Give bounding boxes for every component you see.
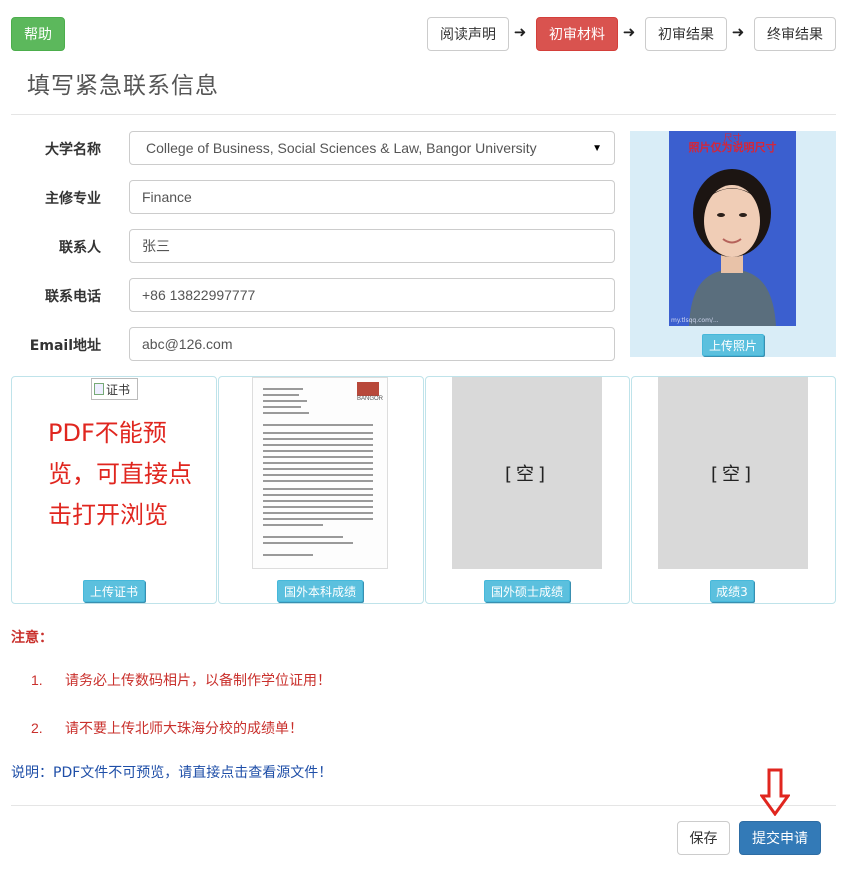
university-select[interactable]: College of Business, Social Sciences & L… [129,131,615,165]
step-read-statement[interactable]: 阅读声明 [427,17,509,51]
transcript-preview[interactable]: BANGOR [252,377,388,569]
notice-title: 注意： [11,630,53,646]
pdf-explanation: 说明：PDF文件不可预览，请直接点击查看源文件！ [11,765,333,781]
upload-certificate-button[interactable]: 上传证书 [83,580,145,602]
arrow-right-icon: ➜ [731,23,745,41]
save-button[interactable]: 保存 [677,821,730,855]
submit-application-button[interactable]: 提交申请 [739,821,821,855]
phone-label: 联系电话 [45,289,101,305]
transcript-logo-text: BANGOR [356,396,383,402]
email-input[interactable]: abc@126.com [129,327,615,361]
major-label: 主修专业 [45,191,101,207]
portrait-illustration [689,169,776,326]
broken-image-icon: 证书 [91,378,138,400]
upload-bachelor-transcript-button[interactable]: 国外本科成绩 [277,580,363,602]
step-initial-result[interactable]: 初审结果 [645,17,727,51]
notice-item: 1. 请务必上传数码相片，以备制作学位证用！ [31,672,331,689]
dropdown-caret-icon: ▼ [592,142,602,154]
upload-master-transcript-button[interactable]: 国外硕士成绩 [484,580,570,602]
photo-watermark: my.tlsqq.com/... [671,317,719,324]
notice-item: 2. 请不要上传北师大珠海分校的成绩单！ [31,720,303,737]
help-button[interactable]: 帮助 [11,17,65,51]
contact-input[interactable]: 张三 [129,229,615,263]
step-initial-materials[interactable]: 初审材料 [536,17,618,51]
university-label: 大学名称 [45,142,101,158]
empty-placeholder-text: [空] [504,464,550,485]
major-input[interactable]: Finance [129,180,615,214]
arrow-right-icon: ➜ [513,23,527,41]
phone-input[interactable]: +86 13822997777 [129,278,615,312]
pdf-preview-message: PDF不能预览，可直接点击打开浏览 [48,419,192,529]
university-crest-icon [357,382,379,396]
upload-photo-button[interactable]: 上传照片 [702,334,764,356]
id-photo: 尺寸 照片仅为说明尺寸 my.tlsqq.com/... [669,131,796,326]
contact-label: 联系人 [59,240,101,256]
university-value: College of Business, Social Sciences & L… [146,140,537,156]
step-final-result[interactable]: 终审结果 [754,17,836,51]
email-label: Email地址 [29,338,101,354]
footer-divider [11,805,836,806]
arrow-right-icon: ➜ [622,23,636,41]
page-title: 填写紧急联系信息 [27,73,219,99]
upload-transcript3-button[interactable]: 成绩3 [710,580,754,602]
down-arrow-icon [760,768,790,816]
title-divider [11,114,836,115]
empty-placeholder-text: [空] [710,464,756,485]
